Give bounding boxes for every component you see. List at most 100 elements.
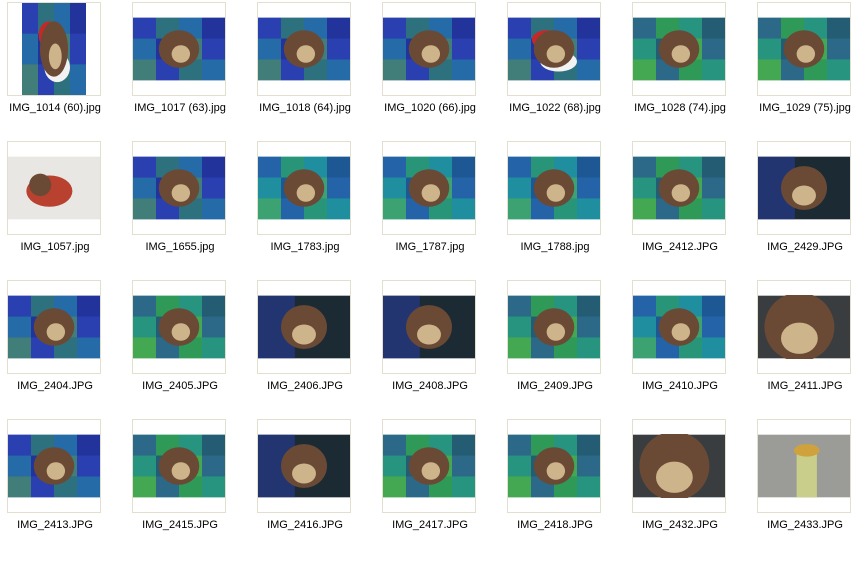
photo-thumbnail[interactable]	[258, 434, 350, 498]
photo-thumbnail[interactable]	[383, 295, 475, 359]
thumbnail-frame[interactable]	[507, 141, 601, 235]
file-name-label[interactable]: IMG_2405.JPG	[113, 380, 247, 393]
file-name-label[interactable]: IMG_2409.JPG	[488, 380, 622, 393]
file-item[interactable]: IMG_1028 (74).jpg	[625, 2, 735, 130]
file-name-label[interactable]: IMG_2432.JPG	[613, 519, 747, 532]
file-item[interactable]: IMG_2416.JPG	[250, 419, 360, 547]
file-item[interactable]: IMG_1020 (66).jpg	[375, 2, 485, 130]
file-item[interactable]: IMG_1655.jpg	[125, 141, 235, 269]
file-item[interactable]: IMG_2432.JPG	[625, 419, 735, 547]
file-name-label[interactable]: IMG_1020 (66).jpg	[363, 102, 497, 115]
file-item[interactable]: IMG_2412.JPG	[625, 141, 735, 269]
file-name-label[interactable]: IMG_2413.JPG	[0, 519, 122, 532]
photo-thumbnail[interactable]	[383, 434, 475, 498]
photo-thumbnail[interactable]	[8, 156, 100, 220]
file-name-label[interactable]: IMG_1017 (63).jpg	[113, 102, 247, 115]
file-name-label[interactable]: IMG_2411.JPG	[738, 380, 865, 393]
thumbnail-frame[interactable]	[507, 2, 601, 96]
file-item[interactable]: IMG_1788.jpg	[500, 141, 610, 269]
thumbnail-frame[interactable]	[757, 280, 851, 374]
thumbnail-frame[interactable]	[7, 141, 101, 235]
file-name-label[interactable]: IMG_2408.JPG	[363, 380, 497, 393]
file-name-label[interactable]: IMG_1057.jpg	[0, 241, 122, 254]
file-item[interactable]: IMG_2408.JPG	[375, 280, 485, 408]
thumbnail-frame[interactable]	[382, 141, 476, 235]
file-item[interactable]: IMG_2429.JPG	[750, 141, 860, 269]
photo-thumbnail[interactable]	[633, 295, 725, 359]
file-name-label[interactable]: IMG_1655.jpg	[113, 241, 247, 254]
file-item[interactable]: IMG_1057.jpg	[0, 141, 110, 269]
thumbnail-frame[interactable]	[507, 419, 601, 513]
thumbnail-frame[interactable]	[7, 419, 101, 513]
file-name-label[interactable]: IMG_1029 (75).jpg	[738, 102, 865, 115]
photo-thumbnail[interactable]	[758, 295, 850, 359]
thumbnail-frame[interactable]	[382, 2, 476, 96]
thumbnail-frame[interactable]	[257, 2, 351, 96]
thumbnail-frame[interactable]	[382, 280, 476, 374]
file-item[interactable]: IMG_2411.JPG	[750, 280, 860, 408]
file-name-label[interactable]: IMG_1028 (74).jpg	[613, 102, 747, 115]
thumbnail-frame[interactable]	[7, 280, 101, 374]
thumbnail-frame[interactable]	[257, 280, 351, 374]
photo-thumbnail[interactable]	[758, 156, 850, 220]
photo-thumbnail[interactable]	[383, 17, 475, 81]
photo-thumbnail[interactable]	[133, 17, 225, 81]
photo-thumbnail[interactable]	[508, 434, 600, 498]
file-item[interactable]: IMG_2417.JPG	[375, 419, 485, 547]
photo-thumbnail[interactable]	[133, 295, 225, 359]
file-item[interactable]: IMG_2404.JPG	[0, 280, 110, 408]
photo-thumbnail[interactable]	[258, 17, 350, 81]
thumbnail-frame[interactable]	[632, 2, 726, 96]
file-item[interactable]: IMG_2406.JPG	[250, 280, 360, 408]
thumbnail-frame[interactable]	[632, 280, 726, 374]
thumbnail-frame[interactable]	[132, 2, 226, 96]
photo-thumbnail[interactable]	[633, 156, 725, 220]
photo-thumbnail[interactable]	[133, 156, 225, 220]
photo-thumbnail[interactable]	[758, 17, 850, 81]
file-name-label[interactable]: IMG_1783.jpg	[238, 241, 372, 254]
file-name-label[interactable]: IMG_2404.JPG	[0, 380, 122, 393]
thumbnail-frame[interactable]	[507, 280, 601, 374]
photo-thumbnail[interactable]	[758, 434, 850, 498]
thumbnail-frame[interactable]	[132, 280, 226, 374]
photo-thumbnail[interactable]	[22, 3, 86, 95]
file-item[interactable]: IMG_1783.jpg	[250, 141, 360, 269]
photo-thumbnail[interactable]	[633, 434, 725, 498]
photo-thumbnail[interactable]	[508, 17, 600, 81]
thumbnail-frame[interactable]	[632, 419, 726, 513]
file-name-label[interactable]: IMG_1788.jpg	[488, 241, 622, 254]
photo-thumbnail[interactable]	[8, 434, 100, 498]
file-name-label[interactable]: IMG_2429.JPG	[738, 241, 865, 254]
photo-thumbnail[interactable]	[258, 156, 350, 220]
file-name-label[interactable]: IMG_1018 (64).jpg	[238, 102, 372, 115]
file-item[interactable]: IMG_1017 (63).jpg	[125, 2, 235, 130]
file-item[interactable]: IMG_1018 (64).jpg	[250, 2, 360, 130]
photo-thumbnail[interactable]	[633, 17, 725, 81]
photo-thumbnail[interactable]	[8, 295, 100, 359]
file-item[interactable]: IMG_2413.JPG	[0, 419, 110, 547]
file-name-label[interactable]: IMG_2410.JPG	[613, 380, 747, 393]
file-item[interactable]: IMG_2415.JPG	[125, 419, 235, 547]
file-item[interactable]: IMG_2433.JPG	[750, 419, 860, 547]
thumbnail-frame[interactable]	[257, 419, 351, 513]
file-item[interactable]: IMG_1022 (68).jpg	[500, 2, 610, 130]
file-name-label[interactable]: IMG_2406.JPG	[238, 380, 372, 393]
file-item[interactable]: IMG_2405.JPG	[125, 280, 235, 408]
file-name-label[interactable]: IMG_2433.JPG	[738, 519, 865, 532]
file-item[interactable]: IMG_2409.JPG	[500, 280, 610, 408]
thumbnail-frame[interactable]	[257, 141, 351, 235]
thumbnail-frame[interactable]	[757, 141, 851, 235]
photo-thumbnail[interactable]	[508, 156, 600, 220]
file-item[interactable]: IMG_2418.JPG	[500, 419, 610, 547]
thumbnail-frame[interactable]	[382, 419, 476, 513]
file-item[interactable]: IMG_1029 (75).jpg	[750, 2, 860, 130]
photo-thumbnail[interactable]	[133, 434, 225, 498]
thumbnail-frame[interactable]	[757, 419, 851, 513]
file-name-label[interactable]: IMG_2416.JPG	[238, 519, 372, 532]
thumbnail-frame[interactable]	[757, 2, 851, 96]
file-name-label[interactable]: IMG_2412.JPG	[613, 241, 747, 254]
photo-thumbnail[interactable]	[383, 156, 475, 220]
file-name-label[interactable]: IMG_2418.JPG	[488, 519, 622, 532]
file-name-label[interactable]: IMG_1014 (60).jpg	[0, 102, 122, 115]
file-name-label[interactable]: IMG_2417.JPG	[363, 519, 497, 532]
